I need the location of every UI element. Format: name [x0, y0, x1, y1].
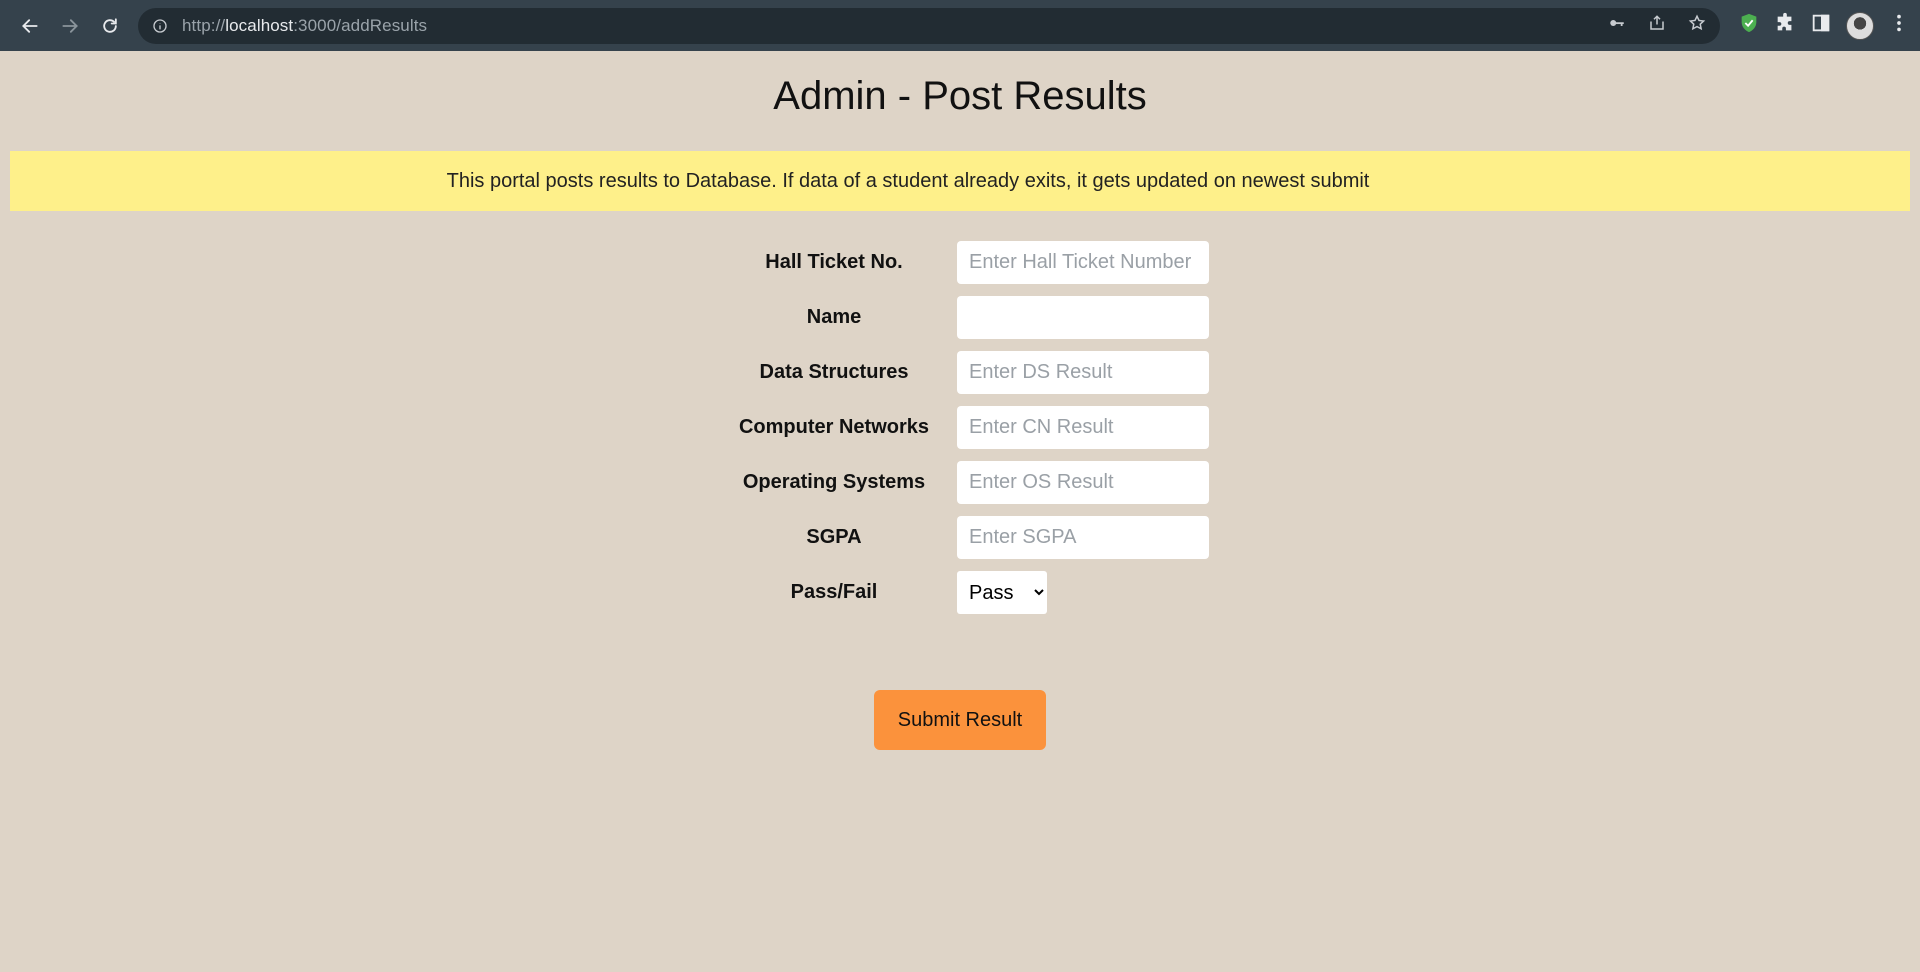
form-row-data-structures: Data Structures: [711, 345, 1209, 400]
form-row-pass-fail: Pass/Fail Pass: [711, 565, 1209, 620]
sgpa-input[interactable]: [957, 516, 1209, 559]
cn-result-input[interactable]: [957, 406, 1209, 449]
address-bar[interactable]: http://localhost:3000/addResults: [138, 7, 1720, 44]
notice-text: This portal posts results to Database. I…: [446, 169, 1370, 192]
pass-fail-select[interactable]: Pass: [957, 571, 1047, 614]
submit-wrapper: Submit Result: [0, 690, 1920, 750]
browser-toolbar: http://localhost:3000/addResults: [0, 0, 1920, 51]
shield-extension-icon[interactable]: [1738, 12, 1760, 39]
form-row-name: Name: [711, 290, 1209, 345]
data-structures-label: Data Structures: [759, 361, 909, 383]
submit-result-button[interactable]: Submit Result: [874, 690, 1046, 750]
menu-kebab-icon[interactable]: [1888, 12, 1910, 39]
hall-ticket-input[interactable]: [957, 241, 1209, 284]
form-row-computer-networks: Computer Networks: [711, 400, 1209, 455]
name-label: Name: [806, 306, 862, 328]
url-text: http://localhost:3000/addResults: [182, 16, 427, 36]
sgpa-label: SGPA: [806, 526, 862, 548]
profile-avatar[interactable]: [1846, 11, 1874, 40]
page-title: Admin - Post Results: [773, 74, 1147, 118]
forward-icon[interactable]: [50, 6, 90, 46]
os-result-input[interactable]: [957, 461, 1209, 504]
side-panel-icon[interactable]: [1810, 12, 1832, 39]
bookmark-star-icon[interactable]: [1688, 14, 1706, 37]
url-scheme: http://: [182, 15, 226, 35]
form-row-hall-ticket: Hall Ticket No.: [711, 235, 1209, 290]
key-icon[interactable]: [1608, 14, 1626, 37]
ds-result-input[interactable]: [957, 351, 1209, 394]
info-notice-banner: This portal posts results to Database. I…: [10, 151, 1910, 211]
results-form: Hall Ticket No. Name Data Structures Com…: [0, 235, 1920, 620]
form-row-operating-systems: Operating Systems: [711, 455, 1209, 510]
name-input[interactable]: [957, 296, 1209, 339]
site-info-icon[interactable]: [152, 18, 168, 34]
back-icon[interactable]: [10, 6, 50, 46]
share-icon[interactable]: [1648, 14, 1666, 37]
url-host: localhost: [225, 15, 294, 35]
operating-systems-label: Operating Systems: [742, 471, 926, 493]
pass-fail-label: Pass/Fail: [790, 581, 878, 603]
extensions-puzzle-icon[interactable]: [1774, 12, 1796, 39]
reload-icon[interactable]: [90, 6, 130, 46]
url-path: :3000/addResults: [293, 15, 428, 35]
computer-networks-label: Computer Networks: [738, 416, 930, 438]
form-row-sgpa: SGPA: [711, 510, 1209, 565]
hall-ticket-label: Hall Ticket No.: [765, 251, 903, 273]
